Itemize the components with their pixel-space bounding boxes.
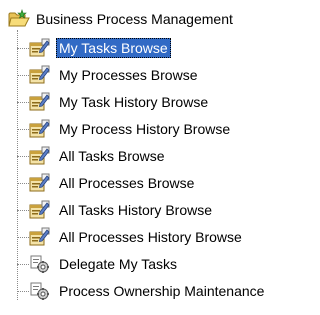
tree-connector bbox=[17, 263, 29, 265]
browse-form-icon bbox=[29, 200, 51, 220]
tree-item-label: Process Ownership Maintenance bbox=[59, 283, 265, 299]
tree-item-label: My Tasks Browse bbox=[56, 38, 171, 58]
tree-item-label: My Task History Browse bbox=[59, 94, 209, 110]
tree-connector bbox=[17, 47, 29, 49]
tree-connector bbox=[17, 209, 29, 211]
browse-form-icon bbox=[29, 65, 51, 85]
tree-connector bbox=[17, 74, 29, 76]
tree-item-label: All Tasks Browse bbox=[59, 148, 165, 164]
tree-item-label: My Processes Browse bbox=[59, 67, 198, 83]
browse-form-icon bbox=[29, 227, 51, 247]
tree-item-my-processes-browse[interactable]: My Processes Browse bbox=[17, 64, 200, 86]
tree-item-my-task-history-browse[interactable]: My Task History Browse bbox=[17, 91, 211, 113]
browse-form-icon bbox=[29, 173, 51, 193]
tree-item-all-processes-history-browse[interactable]: All Processes History Browse bbox=[17, 226, 245, 248]
tree-root-label: Business Process Management bbox=[36, 11, 233, 27]
tree-item-label: Delegate My Tasks bbox=[59, 256, 178, 272]
browse-form-icon bbox=[29, 38, 51, 58]
tree-item-process-ownership-maintenance[interactable]: Process Ownership Maintenance bbox=[17, 280, 267, 302]
tree-item-all-tasks-browse[interactable]: All Tasks Browse bbox=[17, 145, 168, 167]
tree-connector bbox=[17, 128, 29, 130]
tree-connector bbox=[17, 182, 29, 184]
maintenance-gear-icon bbox=[29, 254, 51, 274]
tree-item-label: All Processes History Browse bbox=[59, 229, 242, 245]
maintenance-gear-icon bbox=[29, 281, 51, 301]
browse-form-icon bbox=[29, 146, 51, 166]
open-folder-icon bbox=[8, 9, 30, 29]
tree-item-my-process-history-browse[interactable]: My Process History Browse bbox=[17, 118, 233, 140]
tree-item-all-tasks-history-browse[interactable]: All Tasks History Browse bbox=[17, 199, 215, 221]
tree-root-business-process-management[interactable]: Business Process Management bbox=[8, 8, 233, 30]
tree-item-my-tasks-browse[interactable]: My Tasks Browse bbox=[17, 37, 171, 59]
menu-tree: Business Process Management My Tasks Bro… bbox=[0, 0, 318, 315]
tree-connector bbox=[17, 236, 29, 238]
tree-connector bbox=[17, 155, 29, 157]
tree-connector bbox=[17, 101, 29, 103]
tree-item-label: My Process History Browse bbox=[59, 121, 231, 137]
browse-form-icon bbox=[29, 119, 51, 139]
browse-form-icon bbox=[29, 92, 51, 112]
tree-item-delegate-my-tasks[interactable]: Delegate My Tasks bbox=[17, 253, 180, 275]
tree-item-label: All Processes Browse bbox=[59, 175, 195, 191]
tree-item-all-processes-browse[interactable]: All Processes Browse bbox=[17, 172, 197, 194]
tree-item-label: All Tasks History Browse bbox=[59, 202, 213, 218]
tree-connector bbox=[17, 290, 29, 292]
